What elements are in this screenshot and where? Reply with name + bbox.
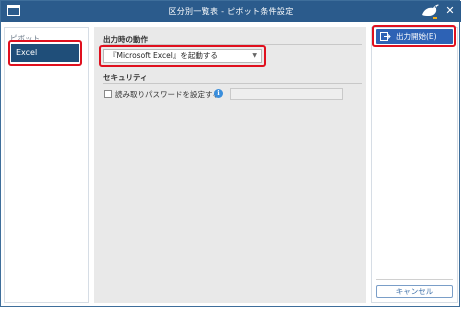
bird-logo-icon [422,4,439,19]
security-section-header: セキュリティ [103,73,148,82]
sidebar-panel [4,27,89,303]
actions-panel [371,27,458,303]
info-icon[interactable]: i [214,89,223,98]
actions-divider [376,279,453,280]
cancel-button[interactable]: キャンセル [376,285,453,298]
highlight-export [372,25,456,47]
password-checkbox-label[interactable]: 読み取りパスワードを設定する [115,89,220,100]
highlight-excel [8,40,82,66]
password-input[interactable] [230,88,343,100]
title-bar: 区分別一覧表 - ピボット条件設定 ✕ [1,1,461,22]
password-checkbox[interactable] [104,90,112,98]
security-section-divider [103,83,362,84]
highlight-select [99,45,266,67]
close-icon[interactable]: ✕ [443,4,457,18]
window-title: 区分別一覧表 - ピボット条件設定 [168,7,294,16]
settings-panel [94,27,366,303]
